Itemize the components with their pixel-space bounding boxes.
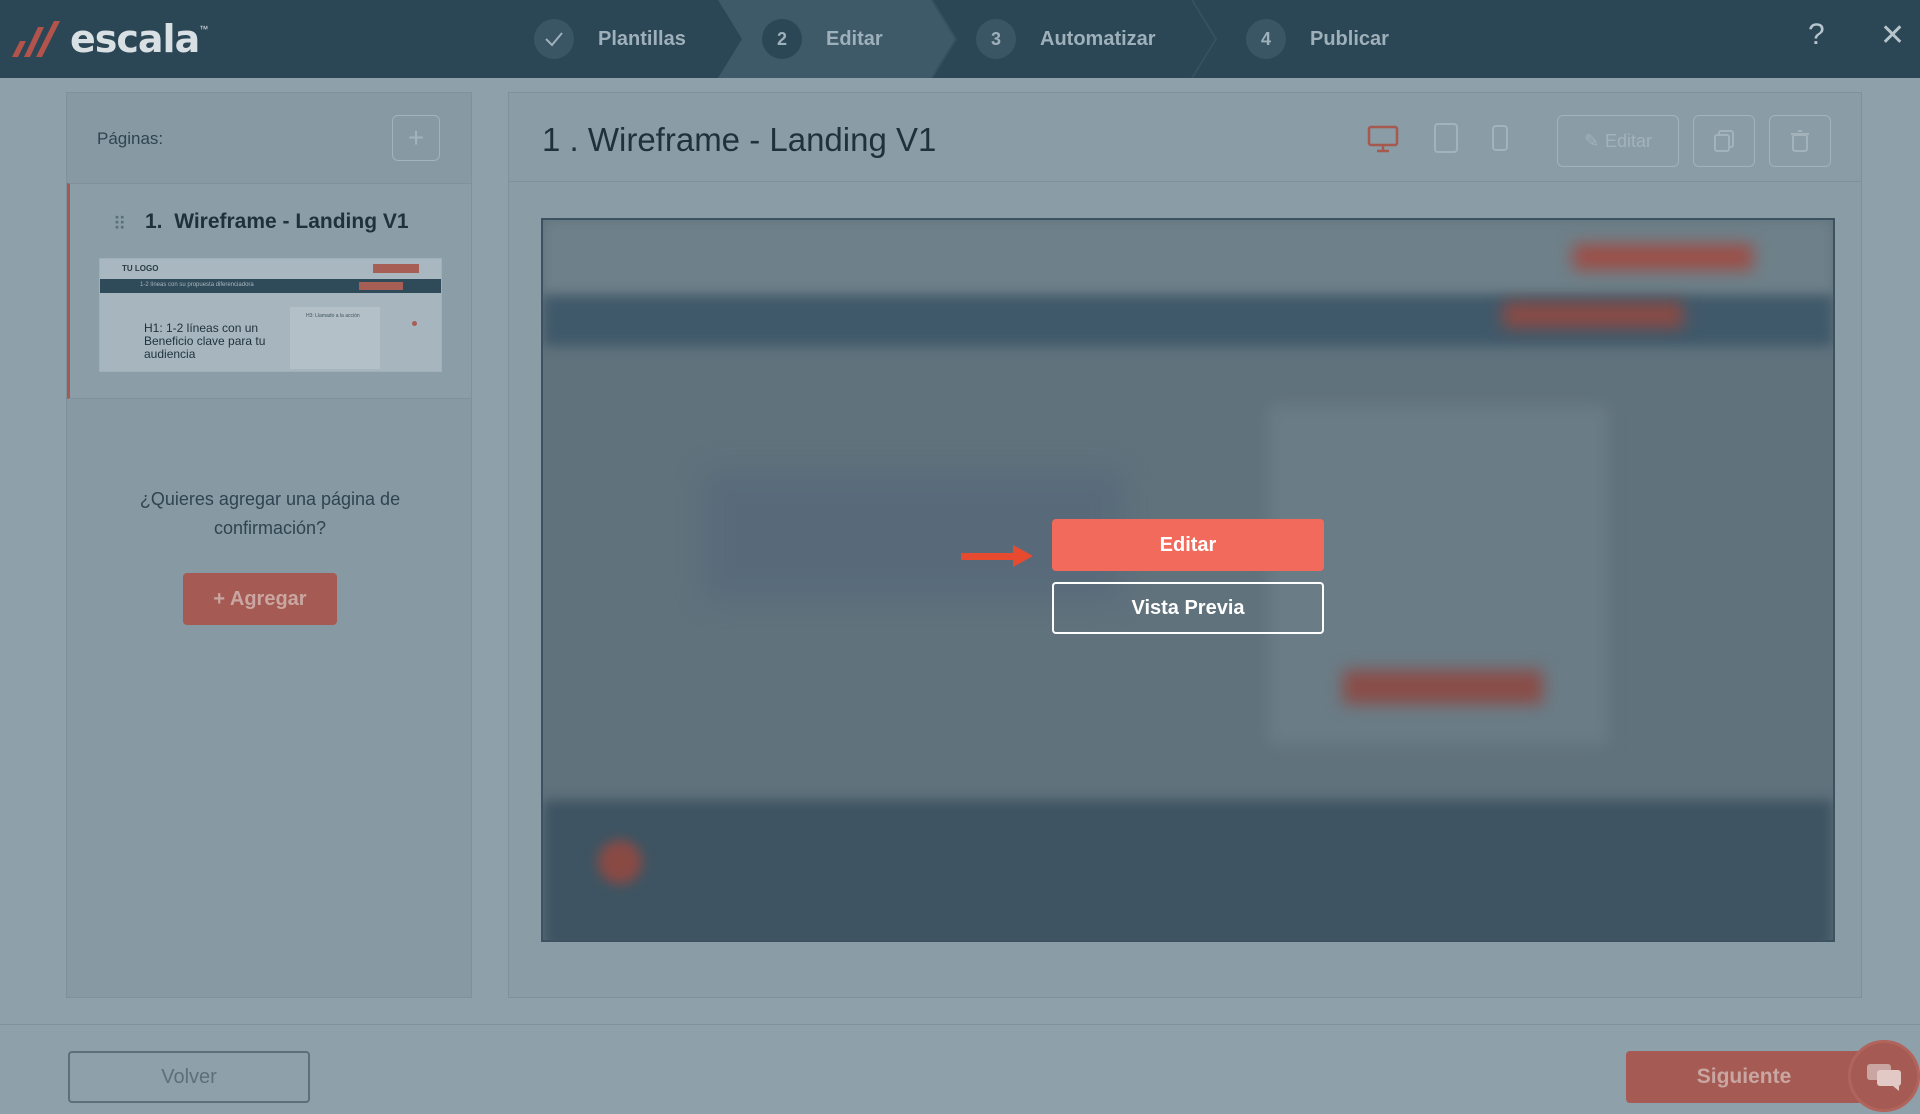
mobile-icon[interactable] [1491, 124, 1509, 152]
check-icon [534, 19, 574, 59]
logo-mark-icon [12, 21, 60, 57]
thumb-form: H3: Llamado a la acción [290, 307, 380, 369]
step-number: 2 [762, 19, 802, 59]
pencil-icon: ✎ [1583, 130, 1600, 151]
thumb-logo: TU LOGO [122, 264, 159, 273]
logo-trademark: ™ [199, 24, 209, 34]
duplicate-page-button[interactable] [1693, 115, 1755, 167]
chat-icon [1867, 1064, 1901, 1091]
step-label: Automatizar [1040, 27, 1156, 50]
add-page-button[interactable]: + [392, 115, 440, 161]
footer-divider [0, 1024, 1920, 1025]
thumb-headline: H1: 1-2 líneas con un Beneficio clave pa… [144, 321, 266, 361]
arrow-right-icon [961, 545, 1033, 567]
step-editar[interactable]: 2 Editar [762, 0, 883, 78]
vista-previa-button[interactable]: Vista Previa [1052, 582, 1324, 634]
page-title: 1 . Wireframe - Landing V1 [542, 121, 937, 158]
tablet-icon[interactable] [1433, 122, 1459, 154]
thumb-band-text: 1-2 líneas con su propuesta diferenciado… [140, 282, 254, 288]
pages-sidebar: Páginas: + ⠿ 1. Wireframe - Landing V1 T… [66, 92, 472, 998]
page-item-title: 1. Wireframe - Landing V1 [145, 210, 409, 233]
step-plantillas[interactable]: Plantillas [534, 0, 686, 78]
drag-handle-icon[interactable]: ⠿ [113, 214, 126, 235]
close-icon[interactable]: ✕ [1880, 18, 1905, 53]
preview-footer-dot [598, 840, 642, 884]
thumb-band-cta [359, 282, 403, 290]
step-label: Publicar [1310, 27, 1389, 50]
header-divider [509, 181, 1861, 182]
step-publicar[interactable]: 4 Publicar [1246, 0, 1389, 78]
page-list-item[interactable]: ⠿ 1. Wireframe - Landing V1 TU LOGO 1-2 … [67, 183, 471, 399]
thumb-form-title: H3: Llamado a la acción [306, 313, 360, 319]
preview-cta-blur [1573, 244, 1753, 270]
edit-page-button[interactable]: ✎ Editar [1557, 115, 1679, 167]
escala-logo[interactable]: escala ™ [10, 14, 208, 64]
desktop-icon[interactable] [1367, 125, 1399, 153]
copy-icon [1714, 130, 1734, 152]
trash-icon [1791, 130, 1809, 152]
step-divider [1191, 0, 1218, 78]
editor-panel: 1 . Wireframe - Landing V1 ✎ Editar Edit… [508, 92, 1862, 998]
delete-page-button[interactable] [1769, 115, 1831, 167]
confirmation-question: ¿Quieres agregar una página de confirmac… [139, 489, 401, 538]
siguiente-button[interactable]: Siguiente [1626, 1051, 1862, 1103]
preview-form-cta-blur [1343, 670, 1543, 704]
thumb-cta [373, 264, 419, 273]
editar-button[interactable]: Editar [1052, 519, 1324, 571]
chat-widget[interactable] [1848, 1040, 1920, 1112]
step-automatizar[interactable]: 3 Automatizar [976, 0, 1156, 78]
help-icon[interactable]: ? [1808, 18, 1825, 52]
step-divider [931, 0, 958, 78]
top-bar: escala ™ Plantillas 2 Editar 3 Automatiz… [0, 0, 1920, 78]
step-number: 3 [976, 19, 1016, 59]
page-thumbnail[interactable]: TU LOGO 1-2 líneas con su propuesta dife… [99, 258, 442, 372]
step-label: Plantillas [598, 27, 686, 50]
agregar-button[interactable]: + Agregar [183, 573, 337, 625]
pages-label: Páginas: [97, 129, 164, 148]
volver-button[interactable]: Volver [68, 1051, 310, 1103]
step-label: Editar [826, 27, 883, 50]
step-number: 4 [1246, 19, 1286, 59]
logo-text: escala [70, 17, 200, 61]
preview-footer [543, 800, 1833, 940]
thumb-dot [412, 321, 417, 326]
preview-band-cta-blur [1503, 302, 1683, 328]
edit-page-label: Editar [1605, 130, 1653, 151]
page-preview[interactable]: Editar Vista Previa [541, 218, 1835, 942]
